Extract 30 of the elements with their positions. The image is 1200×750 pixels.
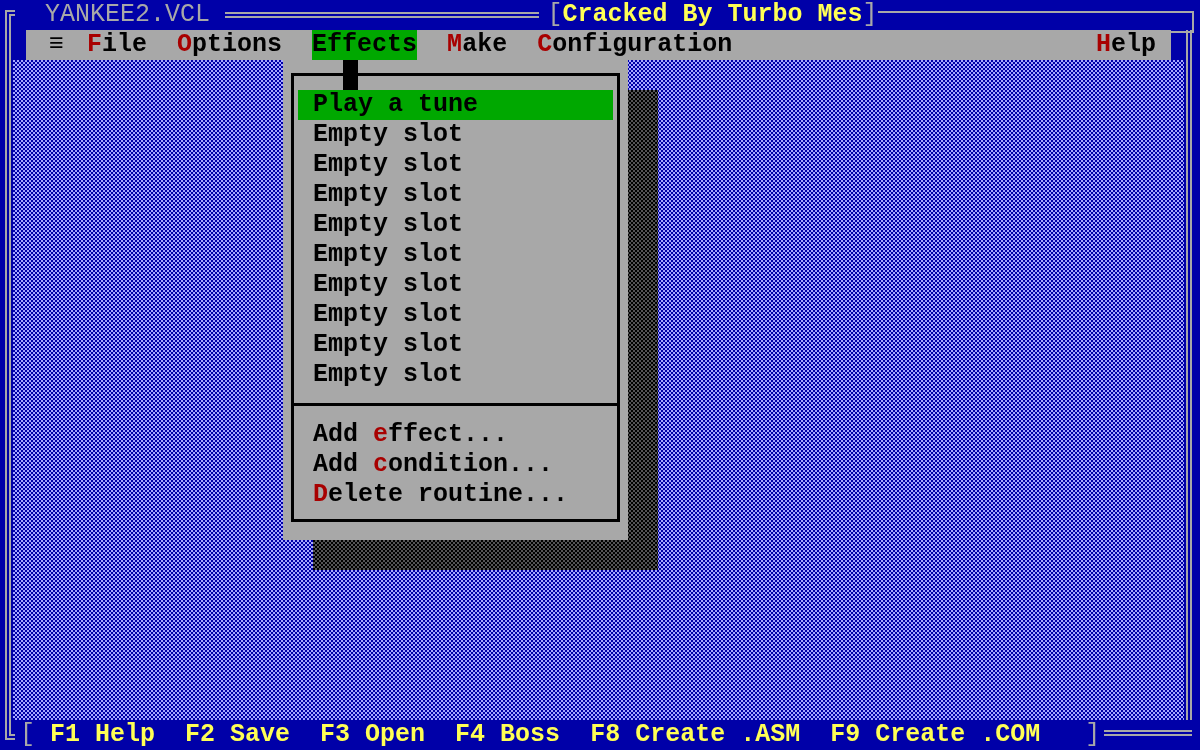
menu-entry[interactable]: Empty slot [298, 120, 613, 150]
menu-item[interactable]: Configuration [537, 30, 733, 60]
window-title: YANKEE2.VCL [44, 0, 212, 30]
function-key[interactable]: F2 Save [185, 720, 291, 750]
menu-item[interactable]: Make [447, 30, 508, 60]
menu-entry[interactable]: Empty slot [298, 270, 613, 300]
menu-entry[interactable]: Empty slot [298, 150, 613, 180]
menu-entry[interactable]: Empty slot [298, 300, 613, 330]
function-key[interactable]: F9 Create .COM [830, 720, 1041, 750]
menu-entry[interactable]: Add effect... [298, 420, 613, 450]
menu-entry[interactable]: Empty slot [298, 360, 613, 390]
menu-entry[interactable]: Add condition... [298, 450, 613, 480]
menu-entry[interactable]: Play a tune [298, 90, 613, 120]
function-key[interactable]: F1 Help [50, 720, 156, 750]
bracket: [ [20, 720, 35, 750]
menu-item[interactable]: Help [1095, 30, 1156, 60]
function-key[interactable]: F8 Create .ASM [590, 720, 801, 750]
menu-entry[interactable]: Delete routine... [298, 480, 613, 510]
menu-item[interactable]: Options [177, 30, 283, 60]
menu-entry[interactable]: Empty slot [298, 240, 613, 270]
function-key[interactable]: F4 Boss [455, 720, 561, 750]
bracket: ] [1085, 720, 1101, 750]
menu-entry[interactable]: Empty slot [298, 330, 613, 360]
menu-item[interactable]: Effects [312, 30, 418, 60]
menu-item[interactable]: File [87, 30, 148, 60]
function-key[interactable]: F3 Open [320, 720, 426, 750]
menu-entry[interactable]: Empty slot [298, 180, 613, 210]
system-menu-icon[interactable]: ≡ [49, 30, 64, 60]
banner-text: [Cracked By Turbo Mes] [547, 0, 878, 30]
menu-entry[interactable]: Empty slot [298, 210, 613, 240]
